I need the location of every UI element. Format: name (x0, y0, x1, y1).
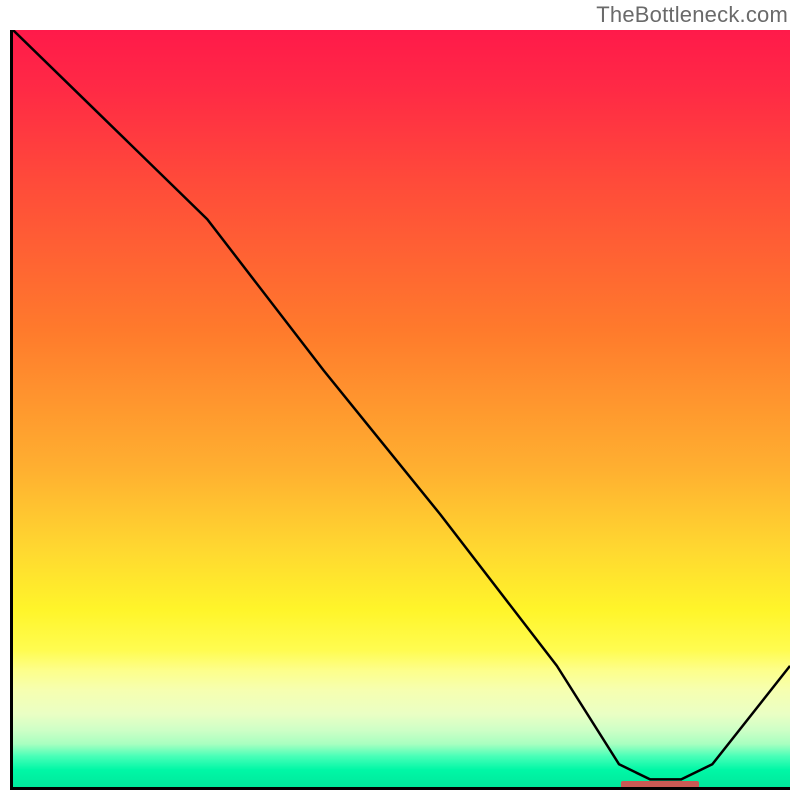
chart-frame (10, 30, 790, 790)
chart-svg (13, 30, 790, 787)
watermark-text: TheBottleneck.com (596, 2, 788, 28)
target-marker-bar (621, 781, 699, 790)
bottleneck-curve (13, 30, 790, 779)
